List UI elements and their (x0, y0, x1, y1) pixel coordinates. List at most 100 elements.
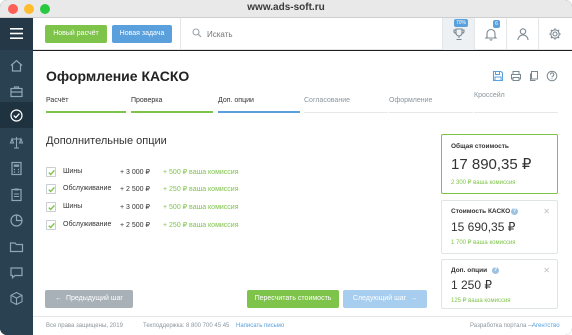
previous-step-button[interactable]: ← Предыдущий шаг (45, 290, 133, 308)
checkmark-icon (48, 186, 55, 193)
home-icon (10, 59, 23, 72)
footer-write-link[interactable]: Написать письмо (236, 323, 284, 329)
step-extra-options[interactable]: Доп. опции (218, 97, 300, 113)
kasko-cost-card: Стоимость КАСКО ? ✕ 15 690,35 ₽ 1 700 ₽ … (441, 200, 558, 254)
kasko-cost-label: Стоимость КАСКО (451, 208, 511, 215)
sidebar-item-home[interactable] (9, 58, 24, 73)
step-indicator (218, 111, 300, 113)
option-checkbox[interactable] (46, 167, 56, 177)
option-checkbox[interactable] (46, 202, 56, 212)
options-close-button[interactable]: ✕ (543, 266, 550, 275)
recalculate-button[interactable]: Пересчитать стоимость (247, 290, 339, 308)
option-name: Шины (63, 203, 83, 210)
footer-agency-link[interactable]: Агентство (532, 323, 560, 329)
footer-phone[interactable]: 8 800 700 45 45 (186, 323, 229, 329)
step-indicator (131, 111, 213, 113)
option-commission: + 500 ₽ ваша комиссия (163, 204, 239, 211)
step-label: Доп. опции (218, 97, 254, 104)
step-label: Проверка (131, 97, 163, 104)
search-icon (192, 28, 202, 38)
kasko-close-button[interactable]: ✕ (543, 207, 550, 216)
arrow-left-icon: ← (55, 295, 63, 302)
folder-icon (9, 242, 24, 253)
help-button[interactable] (546, 69, 558, 82)
arrow-right-icon: → (410, 295, 418, 302)
box-icon (10, 291, 23, 306)
step-indicator (46, 111, 126, 113)
sidebar-item-documents[interactable] (9, 187, 24, 202)
option-row: Шины + 3 000 ₽ + 500 ₽ ваша комиссия (46, 167, 306, 179)
settings-button[interactable] (538, 18, 570, 50)
sidebar (0, 18, 33, 335)
step-label: Расчёт (46, 97, 69, 104)
window-url: www.ads-soft.ru (247, 2, 325, 13)
option-row: Обслуживание + 2 500 ₽ + 250 ₽ ваша комисс… (46, 220, 306, 232)
bell-icon (484, 28, 498, 41)
sidebar-item-products[interactable] (9, 291, 24, 306)
option-commission: + 500 ₽ ваша комиссия (163, 169, 239, 176)
sidebar-item-legal[interactable] (9, 135, 24, 150)
options-commission: 125 ₽ ваша комиссия (451, 298, 511, 304)
step-indicator (474, 112, 558, 113)
options-cost-value: 1 250 ₽ (451, 278, 492, 292)
options-section-title: Дополнительные опции (46, 135, 167, 147)
save-icon (492, 70, 504, 82)
next-step-button[interactable]: Следующий шаг → (343, 290, 427, 308)
sidebar-item-portfolio[interactable] (9, 84, 24, 99)
option-name: Обслуживание (63, 185, 112, 192)
search-input[interactable] (207, 27, 407, 41)
clipboard-icon (11, 188, 22, 202)
options-help-button[interactable]: ? (492, 267, 499, 274)
option-checkbox[interactable] (46, 220, 56, 230)
checkmark-icon (48, 169, 55, 176)
top-bar: Новый расчёт Новая задача 70% 6 (33, 18, 572, 50)
save-button[interactable] (492, 69, 504, 82)
total-cost-card: Общая стоимость 17 890,35 ₽ 2 300 ₽ ваша… (441, 134, 558, 194)
app-window: www.ads-soft.ru Новый расчёт Новая задач… (0, 0, 572, 335)
option-commission: + 250 ₽ ваша комиссия (163, 186, 239, 193)
step-calculation[interactable]: Расчёт (46, 97, 126, 113)
achievements-button[interactable]: 70% (442, 18, 474, 50)
option-price: + 2 500 ₽ (120, 186, 150, 193)
new-calculation-button[interactable]: Новый расчёт (45, 25, 107, 43)
sidebar-item-files[interactable] (9, 239, 24, 254)
footer-dev-text: Разработка портала — (470, 323, 534, 329)
option-row: Обслуживание + 2 500 ₽ + 250 ₽ ваша комисс… (46, 184, 306, 196)
print-button[interactable] (510, 69, 522, 81)
footer-phone-label: Техподдержка: (143, 323, 185, 329)
step-indicator (389, 112, 473, 113)
chat-icon (10, 267, 23, 280)
option-price: + 2 500 ₽ (120, 222, 150, 229)
new-task-button[interactable]: Новая задача (112, 25, 172, 43)
copy-button[interactable] (528, 69, 540, 81)
footer: Все права защищены, 2019 Техподдержка: 8… (33, 316, 572, 335)
page-title: Оформление КАСКО (46, 68, 190, 84)
sidebar-item-tasks[interactable] (9, 108, 24, 123)
sidebar-item-analytics[interactable] (9, 213, 24, 228)
kasko-help-button[interactable]: ? (511, 208, 518, 215)
step-registration[interactable]: Оформление (389, 97, 473, 113)
total-cost-label: Общая стоимость (451, 143, 509, 150)
copy-icon (530, 71, 538, 81)
sidebar-item-messages[interactable] (9, 265, 24, 280)
options-cost-card: Доп. опции ? ✕ 1 250 ₽ 125 ₽ ваша комисс… (441, 259, 558, 309)
next-step-label: Следующий шаг (352, 295, 407, 302)
question-circle-icon (546, 70, 558, 82)
user-icon (517, 28, 529, 41)
check-circle-icon (10, 109, 23, 122)
step-check[interactable]: Проверка (131, 97, 213, 113)
total-commission: 2 300 ₽ ваша комиссия (451, 180, 516, 186)
step-approval[interactable]: Согласование (304, 97, 388, 113)
menu-button[interactable] (0, 18, 33, 50)
pie-chart-icon (10, 214, 23, 227)
profile-button[interactable] (506, 18, 538, 50)
step-cross-sell[interactable]: Кроссейл (474, 92, 558, 113)
main-content: Оформление КАСКО Расчёт Проверка Доп. оп… (33, 51, 572, 316)
options-cost-label: Доп. опции (451, 267, 488, 274)
option-checkbox[interactable] (46, 184, 56, 194)
sidebar-item-calculator[interactable] (9, 161, 24, 176)
checkmark-icon (48, 204, 55, 211)
footer-rights: Все права защищены, 2019 (46, 323, 123, 329)
option-row: Шины + 3 000 ₽ + 500 ₽ ваша комиссия (46, 202, 306, 214)
notifications-button[interactable]: 6 (474, 18, 506, 50)
